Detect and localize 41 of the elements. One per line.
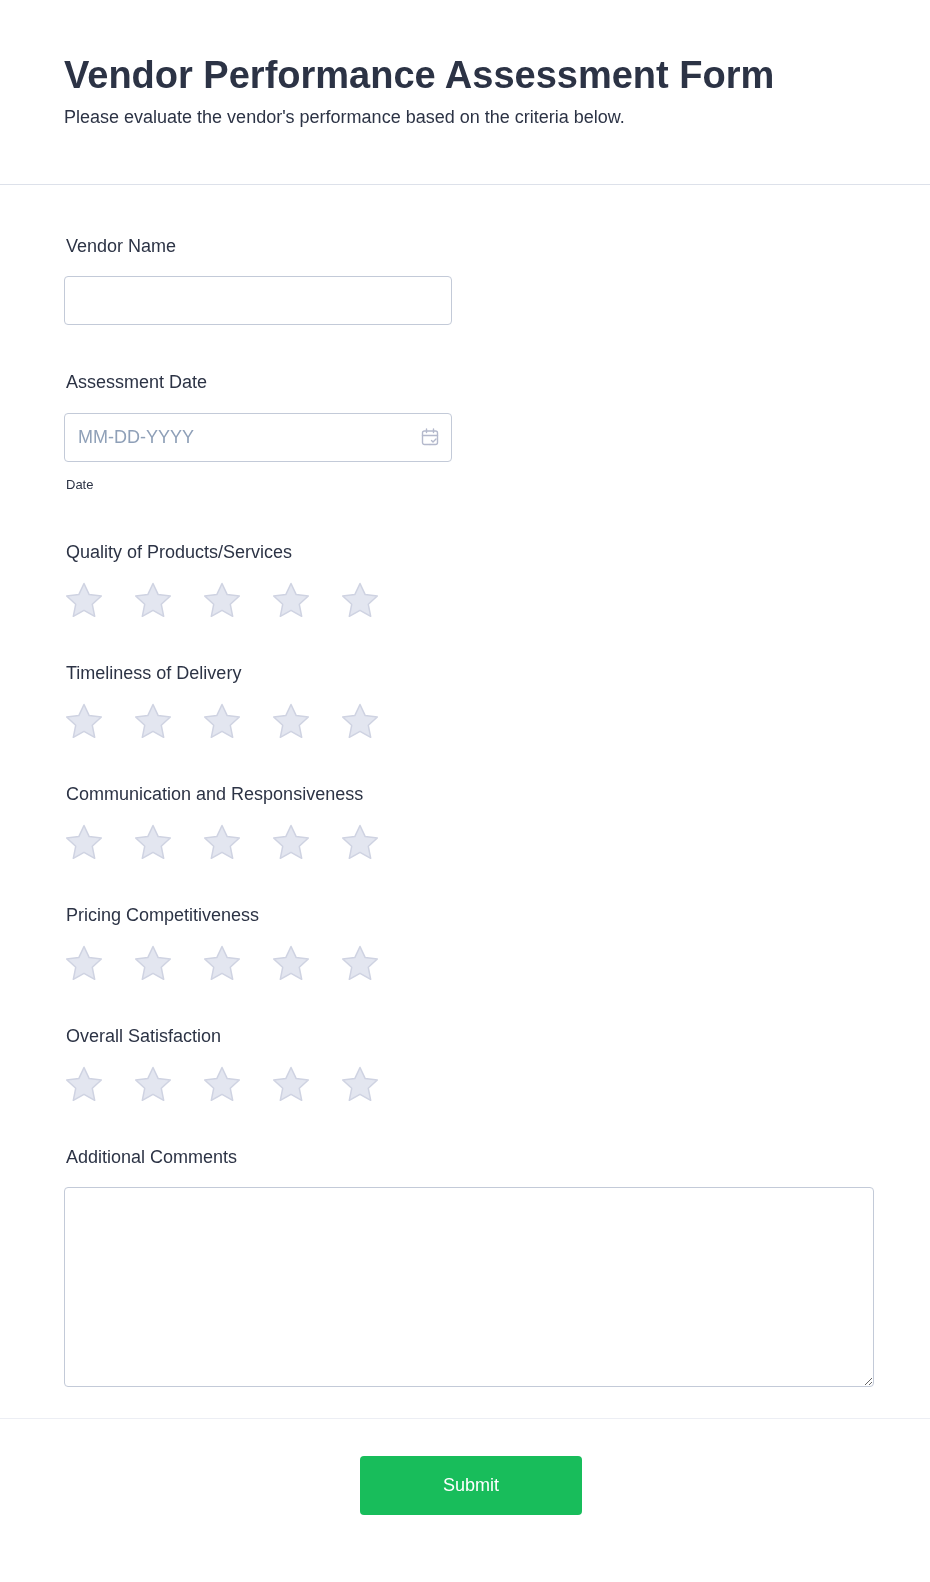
text-field[interactable] bbox=[64, 276, 452, 325]
field-label: Vendor Name bbox=[66, 235, 178, 258]
form-title: Vendor Performance Assessment Form bbox=[64, 53, 776, 98]
star-icon[interactable] bbox=[134, 945, 172, 982]
star-icon[interactable] bbox=[272, 582, 310, 619]
submit-button[interactable]: Submit bbox=[360, 1456, 582, 1515]
star-icon[interactable] bbox=[341, 703, 379, 740]
star-icon[interactable] bbox=[65, 703, 103, 740]
star-icon[interactable] bbox=[341, 945, 379, 982]
star-icon[interactable] bbox=[272, 945, 310, 982]
star-icon[interactable] bbox=[134, 1066, 172, 1103]
date-field[interactable]: MM-DD-YYYY bbox=[64, 413, 452, 462]
field-label: Timeliness of Delivery bbox=[66, 662, 243, 685]
star-icon[interactable] bbox=[272, 1066, 310, 1103]
star-icon[interactable] bbox=[65, 945, 103, 982]
star-icon[interactable] bbox=[341, 582, 379, 619]
field-label: Pricing Competitiveness bbox=[66, 904, 261, 927]
star-icon[interactable] bbox=[65, 1066, 103, 1103]
star-icon[interactable] bbox=[65, 824, 103, 861]
field-sublabel: Date bbox=[66, 477, 95, 493]
star-icon[interactable] bbox=[341, 1066, 379, 1103]
star-icon[interactable] bbox=[272, 824, 310, 861]
field-label: Additional Comments bbox=[66, 1146, 239, 1169]
star-icon[interactable] bbox=[65, 582, 103, 619]
field-label: Overall Satisfaction bbox=[66, 1025, 223, 1048]
star-icon[interactable] bbox=[203, 1066, 241, 1103]
star-icon[interactable] bbox=[203, 703, 241, 740]
star-icon[interactable] bbox=[134, 824, 172, 861]
field-label: Assessment Date bbox=[66, 371, 209, 394]
form-subtitle: Please evaluate the vendor's performance based on the criteria below. bbox=[64, 106, 626, 129]
calendar-icon[interactable] bbox=[421, 428, 439, 446]
star-icon[interactable] bbox=[272, 703, 310, 740]
star-icon[interactable] bbox=[134, 703, 172, 740]
star-icon[interactable] bbox=[203, 824, 241, 861]
field-label: Communication and Responsiveness bbox=[66, 783, 365, 806]
field-label: Quality of Products/Services bbox=[66, 541, 294, 564]
comments-field[interactable] bbox=[64, 1187, 874, 1387]
star-icon[interactable] bbox=[134, 582, 172, 619]
star-icon[interactable] bbox=[341, 824, 379, 861]
star-icon[interactable] bbox=[203, 582, 241, 619]
star-icon[interactable] bbox=[203, 945, 241, 982]
